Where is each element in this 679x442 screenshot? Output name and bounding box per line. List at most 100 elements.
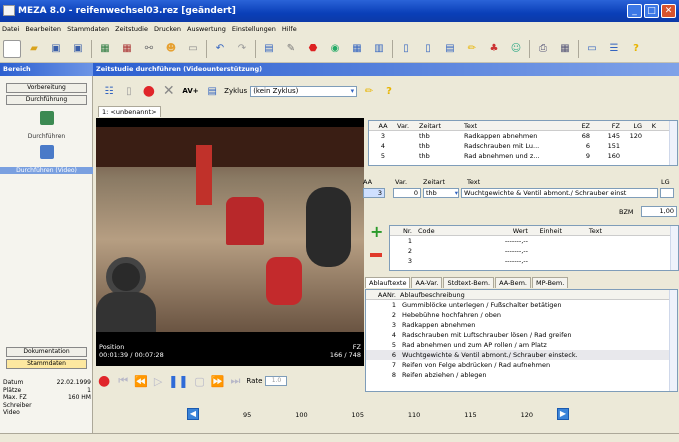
save-icon[interactable]: ▣ (47, 40, 65, 58)
tab-mp-bem[interactable]: MP-Bem. (531, 277, 569, 288)
menu-drucken[interactable]: Drucken (154, 25, 181, 33)
rewind-icon[interactable]: ⏪ (134, 375, 148, 388)
pause-icon[interactable]: ❚❚ (168, 374, 188, 388)
print-icon[interactable]: ⎙ (534, 40, 552, 58)
open-folder-icon[interactable]: ▰ (25, 40, 43, 58)
menu-hilfe[interactable]: Hilfe (282, 25, 297, 33)
skip-back-icon[interactable]: ⏮ (118, 374, 128, 388)
vorbereitung-button[interactable]: Vorbereitung (6, 83, 87, 93)
tick-label: 95 (243, 411, 252, 419)
stop-icon[interactable]: ⬣ (304, 40, 322, 58)
link-icon[interactable]: ⚯ (140, 40, 158, 58)
timeline-next-button[interactable]: ▶ (557, 408, 569, 420)
record-button[interactable]: ● (98, 373, 110, 389)
table-row[interactable]: 5 thb Rad abnehmen und z... 9 160 (369, 151, 677, 161)
table-row[interactable]: 8 Reifen abziehen / ablegen (366, 370, 677, 380)
chart-icon[interactable]: ▥ (370, 40, 388, 58)
add-icon[interactable]: + (370, 224, 383, 240)
lg-input[interactable] (660, 188, 674, 198)
sidebar-item-durchfuehren[interactable]: Durchführen (0, 133, 93, 140)
doc-icon[interactable]: ▯ (397, 40, 415, 58)
menu-stammdaten[interactable]: Stammdaten (67, 25, 109, 33)
delete-icon[interactable]: ✕ (161, 82, 177, 100)
table-row[interactable]: 6 Wuchtgewichte & Ventil abmont./ Schraub… (366, 350, 677, 360)
table-row[interactable]: 7 Reifen von Felge abdrücken / Rad aufneh… (366, 360, 677, 370)
tab-unbenannt[interactable]: 1: <unbenannt> (98, 106, 161, 117)
bzm-input[interactable]: 1,00 (641, 206, 677, 217)
doc2-icon[interactable]: ▯ (419, 40, 437, 58)
document-icon[interactable]: ▤ (441, 40, 459, 58)
pencil-tool-icon[interactable]: ✏ (361, 82, 377, 100)
table-row[interactable]: 4 Radschrauben mit Luftschrauber lösen / … (366, 330, 677, 340)
remove-icon[interactable] (370, 253, 382, 257)
tab-ablauftexte[interactable]: Ablauftexte (365, 277, 411, 288)
record-icon[interactable]: ● (141, 82, 157, 100)
table-icon[interactable]: ▦ (96, 40, 114, 58)
zeitart-select[interactable]: thb ▾ (423, 188, 459, 198)
menu-datei[interactable]: Datei (2, 25, 19, 33)
ablauf-scrollbar[interactable] (669, 290, 677, 391)
tab-stdtext-bem[interactable]: Stdtext-Bem. (443, 277, 495, 288)
minimize-button[interactable]: _ (627, 4, 642, 18)
list-icon[interactable]: ☰ (605, 40, 623, 58)
people-icon[interactable]: ☺ (507, 40, 525, 58)
grid-icon[interactable]: ▦ (348, 40, 366, 58)
close-button[interactable]: ✕ (661, 4, 676, 18)
av-plus-button[interactable]: AV+ (181, 82, 200, 100)
table-row[interactable]: 4 thb Radschrauben mit Lu... 6 151 (369, 141, 677, 151)
pen-doc-icon[interactable]: ✎ (282, 40, 300, 58)
print-preview-icon[interactable]: ▦ (556, 40, 574, 58)
tab-aa-var[interactable]: AA-Var. (411, 277, 443, 288)
tab-aa-bem[interactable]: AA-Bem. (495, 277, 531, 288)
paste-icon[interactable]: ▯ (121, 82, 137, 100)
table-row[interactable]: 3 thb Radkappen abnehmen 68 145 120 (369, 131, 677, 141)
redo-icon[interactable]: ↷ (233, 40, 251, 58)
new-file-icon[interactable] (3, 39, 21, 58)
globe-icon[interactable]: ◉ (326, 40, 344, 58)
text-input[interactable]: Wuchtgewichte & Ventil abmont./ Schraube… (461, 188, 658, 198)
list-tool-icon[interactable]: ☷ (101, 82, 117, 100)
grid-tool-icon[interactable]: ▤ (204, 82, 220, 100)
table-icon-durchfuehren[interactable] (40, 111, 54, 125)
var-input[interactable]: 0 (393, 188, 421, 198)
window-icon[interactable]: ▭ (184, 40, 202, 58)
sidebar-item-durchfuehren-video[interactable]: Durchführen (Video) (0, 167, 93, 174)
rate-input[interactable]: 1.0 (265, 376, 288, 386)
aa-input[interactable]: 3 (363, 188, 385, 198)
pencil-icon[interactable]: ✏ (463, 40, 481, 58)
table-red-icon[interactable]: ▦ (118, 40, 136, 58)
menu-auswertung[interactable]: Auswertung (187, 25, 226, 33)
durchfuehrung-button[interactable]: Durchführung (6, 95, 87, 105)
help-tool-icon[interactable]: ? (381, 82, 397, 100)
table-row[interactable]: 5 Rad abnehmen und zum AP rollen / am Pla… (366, 340, 677, 350)
table-row[interactable]: 3 -------,-- (390, 256, 678, 266)
menu-einstellungen[interactable]: Einstellungen (232, 25, 276, 33)
menu-bearbeiten[interactable]: Bearbeiten (25, 25, 61, 33)
play-icon[interactable]: ▷ (154, 375, 162, 388)
stammdaten-button[interactable]: Stammdaten (6, 359, 87, 369)
panel-icon[interactable]: ▭ (583, 40, 601, 58)
table-row[interactable]: 2 Hebebühne hochfahren / oben (366, 310, 677, 320)
help-icon[interactable]: ? (627, 40, 645, 58)
table-row[interactable]: 3 Radkappen abnehmen (366, 320, 677, 330)
table-row[interactable]: 1 Gummiblöcke unterlegen / Fußschalter be… (366, 300, 677, 310)
table-row[interactable]: 1 -------,-- (390, 236, 678, 246)
video-table-icon[interactable] (40, 145, 54, 159)
person-icon[interactable]: ☻ (162, 40, 180, 58)
zyklus-select[interactable]: (kein Zyklus) ▾ (250, 85, 358, 97)
undo-icon[interactable]: ↶ (211, 40, 229, 58)
menu-zeitstudie[interactable]: Zeitstudie (115, 25, 148, 33)
maximize-button[interactable]: □ (644, 4, 659, 18)
timeline-prev-button[interactable]: ◀ (187, 408, 199, 420)
edit-icon[interactable]: ▤ (260, 40, 278, 58)
shapes-icon[interactable]: ♣ (485, 40, 503, 58)
fast-forward-icon[interactable]: ⏩ (211, 375, 225, 388)
stop-icon-video[interactable]: ▢ (194, 375, 204, 388)
codes-scrollbar[interactable] (670, 226, 678, 270)
table-row[interactable]: 2 -------,-- (390, 246, 678, 256)
dokumentation-button[interactable]: Dokumentation (6, 347, 87, 357)
skip-forward-icon[interactable]: ⏭ (231, 374, 241, 388)
aa-label: AA (363, 178, 373, 186)
save-all-icon[interactable]: ▣ (69, 40, 87, 58)
table-scrollbar[interactable] (669, 121, 677, 165)
